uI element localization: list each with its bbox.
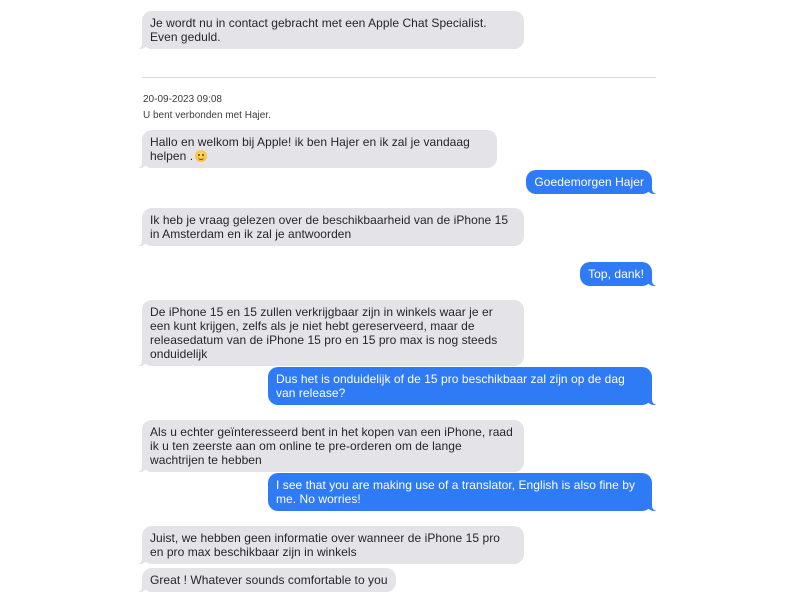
message-text: Als u echter geïnteresseerd bent in het …	[150, 425, 513, 467]
message-text: Juist, we hebben geen informatie over wa…	[150, 531, 500, 559]
message-text: Goedemorgen Hajer	[534, 175, 644, 189]
message-bubble-incoming: Great ! Whatever sounds comfortable to y…	[134, 568, 396, 592]
message-bubble-incoming: Hallo en welkom bij Apple! ik ben Hajer …	[134, 130, 497, 168]
message-bubble-outgoing: I see that you are making use of a trans…	[268, 473, 660, 511]
message-text: Je wordt nu in contact gebracht met een …	[150, 16, 487, 44]
message-bubble-incoming: Als u echter geïnteresseerd bent in het …	[134, 420, 524, 472]
message-text: Ik heb je vraag gelezen over de beschikb…	[150, 213, 509, 241]
message-bubble-incoming: Juist, we hebben geen informatie over wa…	[134, 526, 524, 564]
message-bubble-incoming: Je wordt nu in contact gebracht met een …	[134, 11, 524, 49]
message-text: I see that you are making use of a trans…	[276, 478, 636, 506]
message-bubble-outgoing: Top, dank!	[580, 262, 660, 286]
connected-notice: U bent verbonden met Hajer.	[143, 110, 271, 121]
message-bubble-outgoing: Dus het is onduidelijk of de 15 pro besc…	[268, 367, 660, 405]
chat-transcript: Je wordt nu in contact gebracht met een …	[0, 0, 800, 605]
session-divider	[142, 77, 656, 78]
message-bubble-incoming: De iPhone 15 en 15 zullen verkrijgbaar z…	[134, 300, 524, 366]
message-text: Top, dank!	[588, 267, 644, 281]
message-text: Great ! Whatever sounds comfortable to y…	[150, 573, 388, 587]
smiling-face-icon	[195, 150, 208, 162]
session-timestamp: 20-09-2023 09:08	[143, 94, 222, 105]
message-bubble-incoming: Ik heb je vraag gelezen over de beschikb…	[134, 208, 524, 246]
message-text: Dus het is onduidelijk of de 15 pro besc…	[276, 372, 625, 400]
message-text: De iPhone 15 en 15 zullen verkrijgbaar z…	[150, 305, 498, 361]
message-bubble-outgoing: Goedemorgen Hajer	[526, 170, 660, 194]
